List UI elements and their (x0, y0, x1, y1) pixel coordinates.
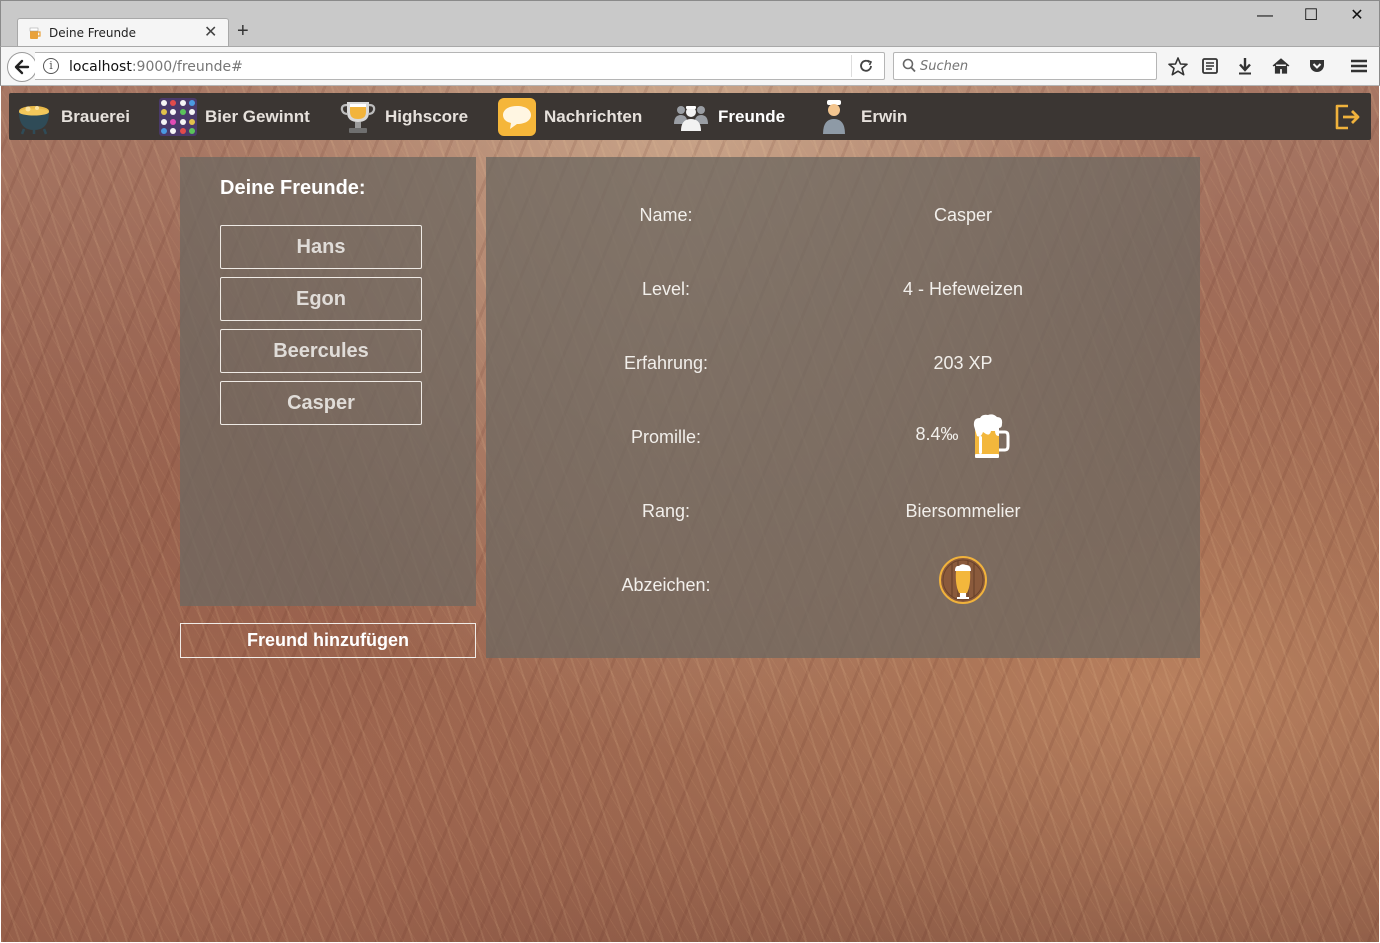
back-arrow-icon (14, 59, 30, 75)
browser-tab[interactable]: Deine Freunde ✕ (17, 18, 229, 47)
download-icon[interactable] (1233, 55, 1257, 77)
back-button[interactable] (7, 52, 37, 82)
add-friend-button[interactable]: Freund hinzufügen (180, 623, 476, 658)
name-value: Casper (933, 205, 993, 225)
home-icon[interactable] (1269, 55, 1293, 77)
url-path: :9000/freunde# (131, 59, 243, 75)
bookmark-star-icon[interactable] (1166, 55, 1190, 77)
wheat-beer-badge-icon[interactable] (938, 555, 988, 605)
rank-value: Biersommelier (905, 501, 1021, 521)
browser-toolbar: i localhost:9000/freunde# (0, 46, 1380, 86)
promille-label: Promille: (630, 427, 701, 447)
pocket-icon[interactable] (1305, 55, 1329, 77)
nav-item-erwin[interactable]: Erwin (815, 93, 907, 140)
nav-item-freunde[interactable]: Freunde (672, 93, 785, 140)
promille-value: 8.4‰ (915, 423, 959, 444)
trophy-icon (340, 101, 376, 133)
browser-titlebar: Deine Freunde ✕ + — ☐ ✕ (0, 0, 1380, 47)
friend-button-egon[interactable]: Egon (220, 277, 422, 321)
search-input[interactable] (920, 57, 1150, 75)
url-host: localhost (69, 59, 132, 75)
level-value: 4 - Hefeweizen (902, 279, 1024, 299)
beer-mug-icon (973, 414, 1010, 458)
friend-button-hans[interactable]: Hans (220, 225, 422, 269)
nav-label-erwin: Erwin (861, 106, 908, 126)
badges-label: Abzeichen: (621, 575, 711, 595)
nav-label-freunde: Freunde (718, 106, 786, 126)
friends-list-title: Deine Freunde: (220, 177, 366, 199)
nav-item-bier-gewinnt[interactable]: Bier Gewinnt (159, 93, 310, 140)
search-icon (902, 58, 916, 73)
beer-favicon-icon (29, 27, 41, 39)
level-label: Level: (641, 279, 691, 299)
nav-item-brauerei[interactable]: Brauerei (15, 93, 130, 140)
speech-bubble-icon (498, 97, 536, 136)
minimize-icon[interactable]: — (1253, 6, 1277, 26)
close-tab-icon[interactable]: ✕ (204, 25, 217, 41)
tab-title: Deine Freunde (49, 26, 137, 40)
nav-label-highscore: Highscore (385, 106, 469, 126)
friends-list-panel: Deine Freunde: Hans Egon Beercules Caspe… (180, 157, 476, 606)
page-background: Brauerei Bier Gewinnt Highscore Nachrich… (1, 86, 1379, 942)
reload-button[interactable] (851, 55, 879, 77)
nav-label-bier-gewinnt: Bier Gewinnt (205, 106, 310, 126)
maximize-icon[interactable]: ☐ (1299, 6, 1323, 26)
friend-button-casper[interactable]: Casper (220, 381, 422, 425)
promille-value-group: 8.4‰ (863, 412, 1063, 462)
game-grid-icon (159, 97, 197, 136)
xp-value: 203 XP (933, 353, 993, 373)
nav-item-nachrichten[interactable]: Nachrichten (498, 93, 642, 140)
friend-detail-panel: Name: Casper Level: 4 - Hefeweizen Erfah… (486, 157, 1200, 658)
app-navbar: Brauerei Bier Gewinnt Highscore Nachrich… (9, 93, 1371, 140)
reload-icon (860, 59, 873, 72)
info-icon[interactable]: i (43, 58, 59, 74)
nav-label-nachrichten: Nachrichten (544, 106, 643, 126)
menu-icon[interactable] (1347, 55, 1371, 77)
user-icon (823, 99, 845, 134)
cauldron-icon (19, 105, 49, 134)
xp-label: Erfahrung: (623, 353, 709, 373)
rank-label: Rang: (641, 501, 691, 521)
friend-button-beercules[interactable]: Beercules (220, 329, 422, 373)
url-bar[interactable]: i localhost:9000/freunde# (35, 52, 885, 80)
new-tab-icon[interactable]: + (237, 21, 249, 41)
url-text[interactable]: localhost:9000/freunde# (69, 59, 243, 75)
nav-item-highscore[interactable]: Highscore (339, 93, 468, 140)
logout-icon[interactable] (1333, 102, 1361, 132)
nav-label-brauerei: Brauerei (61, 106, 130, 126)
name-label: Name: (639, 205, 693, 225)
badge-list (938, 555, 988, 605)
search-bar[interactable] (893, 52, 1157, 80)
reading-list-icon[interactable] (1198, 55, 1222, 77)
friends-icon (674, 105, 708, 131)
window-close-icon[interactable]: ✕ (1345, 6, 1369, 26)
